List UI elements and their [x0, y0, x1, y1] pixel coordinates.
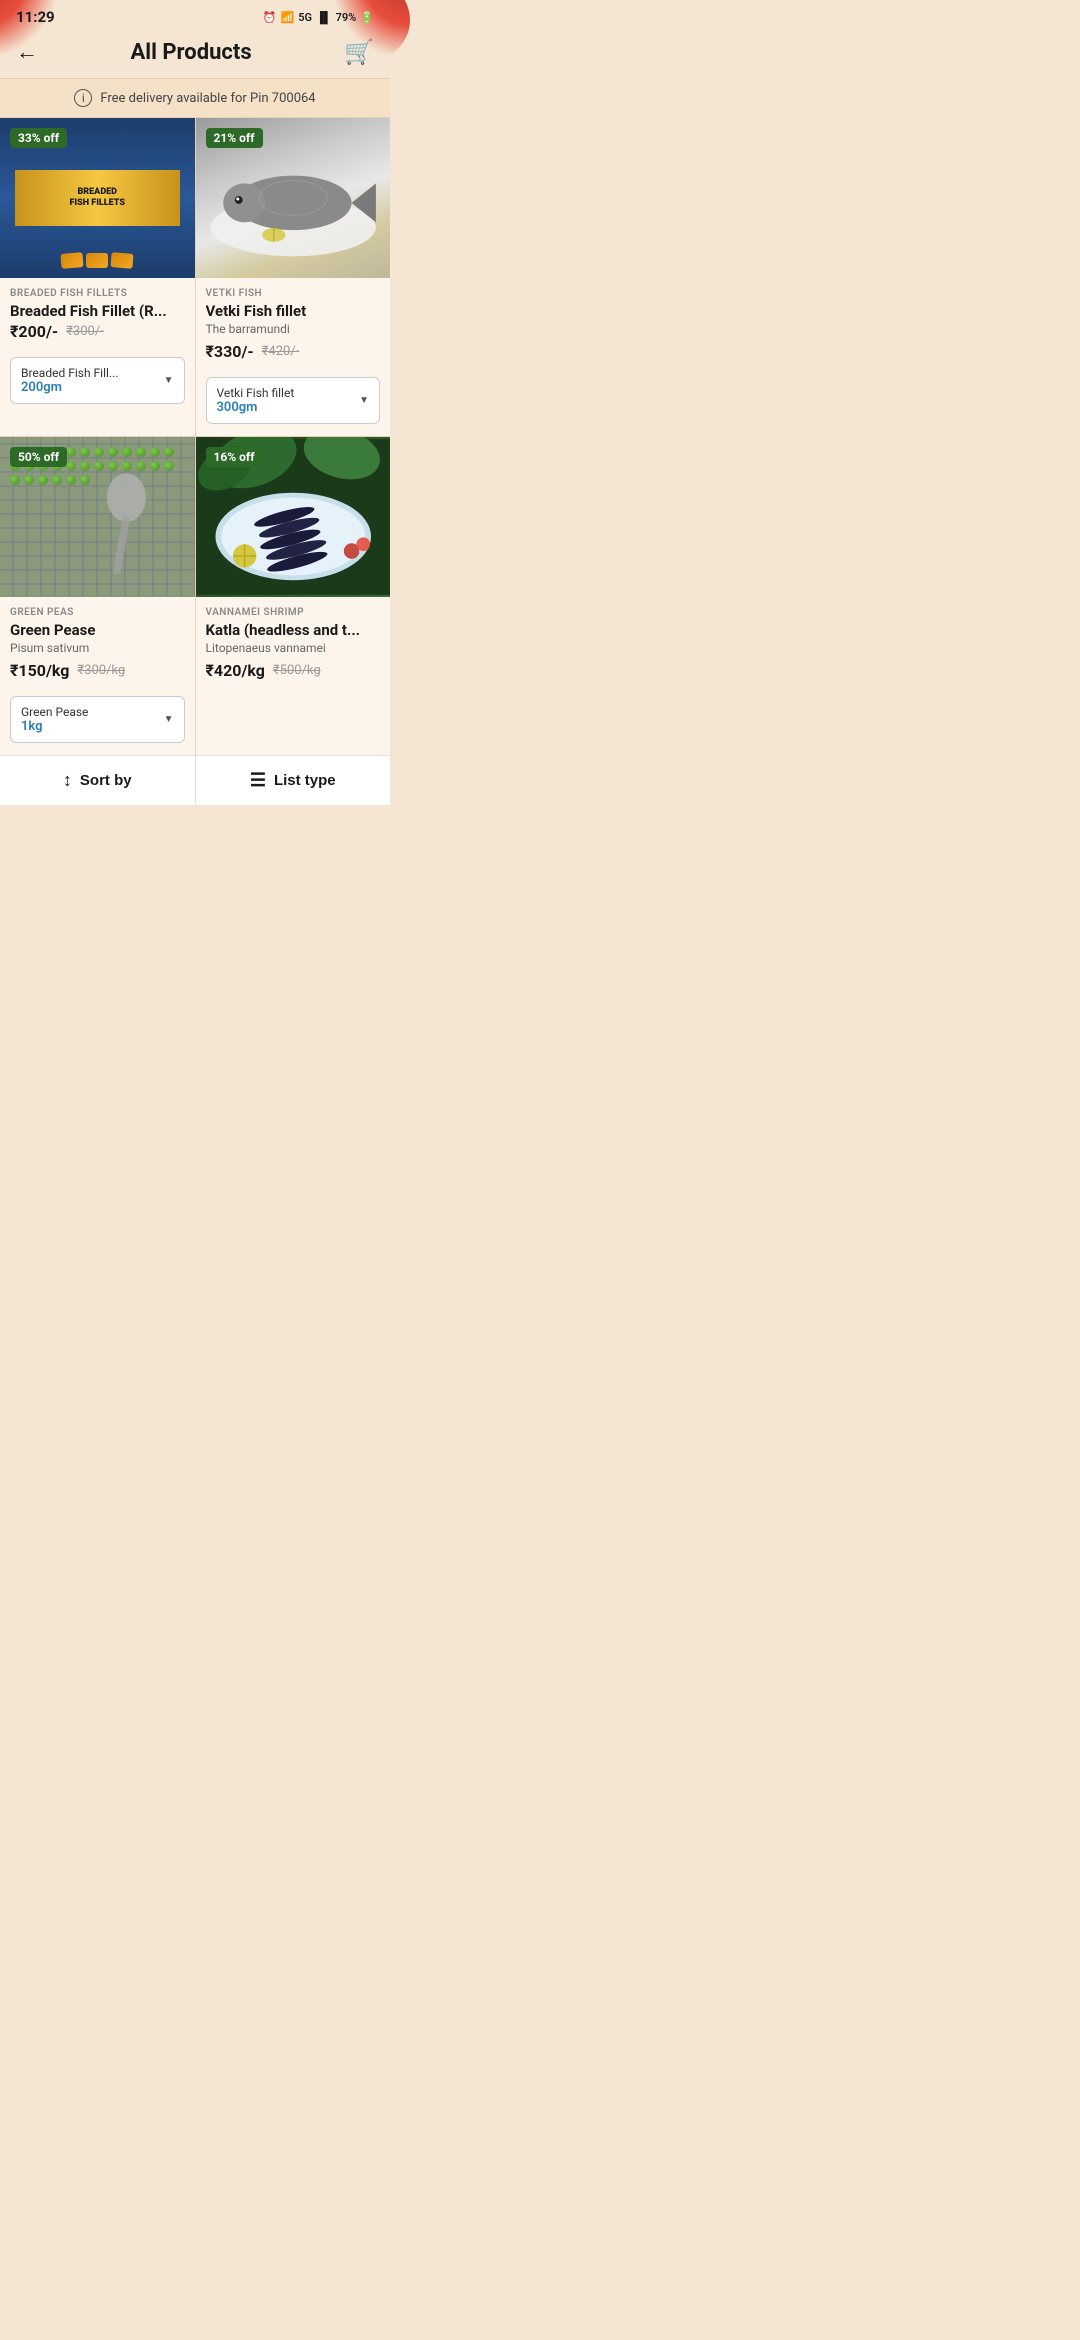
signal-icon: ▐▌ [316, 11, 332, 24]
product-category: VETKI FISH [206, 288, 381, 299]
product-card: 16% off VANNAMEI SHRIMP Katla (headless … [196, 437, 391, 755]
discount-badge: 16% off [206, 447, 263, 467]
product-image-peas: 50% off [0, 437, 195, 597]
list-type-button[interactable]: ☰ List type [196, 756, 391, 805]
price-original: ₹300/kg [77, 663, 125, 678]
variant-weight: 200gm [21, 380, 118, 395]
chevron-down-icon: ▼ [164, 375, 174, 386]
status-icons: ⏰ 📶 5G ▐▌ 79% 🔋 [263, 11, 374, 24]
product-subtitle: Pisum sativum [10, 641, 185, 655]
product-info: VETKI FISH Vetki Fish fillet The barramu… [196, 278, 391, 369]
product-category: VANNAMEI SHRIMP [206, 607, 381, 618]
variant-name: Vetki Fish fillet [217, 386, 295, 400]
product-subtitle: Litopenaeus vannamei [206, 641, 381, 655]
delivery-banner: i Free delivery available for Pin 700064 [0, 78, 390, 118]
price-original: ₹500/kg [273, 663, 321, 678]
discount-badge: 50% off [10, 447, 67, 467]
product-card: BreadedFish Fillets 33% off BREADED FISH… [0, 118, 195, 436]
sort-icon: ↕ [63, 770, 72, 791]
wifi-icon: 📶 [281, 11, 295, 24]
delivery-text: Free delivery available for Pin 700064 [100, 91, 315, 106]
page-title: All Products [48, 40, 334, 65]
sort-label: Sort by [80, 772, 132, 789]
product-subtitle: The barramundi [206, 322, 381, 336]
variant-name: Breaded Fish Fill... [21, 366, 118, 380]
variant-name: Green Pease [21, 705, 88, 719]
price-current: ₹420/kg [206, 661, 265, 680]
price-current: ₹330/- [206, 342, 254, 361]
chevron-down-icon: ▼ [359, 395, 369, 406]
back-button[interactable]: ← [16, 39, 38, 65]
product-info: GREEN PEAS Green Pease Pisum sativum ₹15… [0, 597, 195, 688]
variant-selector[interactable]: Green Pease 1kg ▼ [10, 696, 185, 743]
list-type-icon: ☰ [250, 770, 266, 791]
price-row: ₹420/kg ₹500/kg [206, 661, 381, 680]
product-image-shrimp: 16% off [196, 437, 391, 597]
header: ← All Products 🛒 [0, 30, 390, 78]
alarm-icon: ⏰ [263, 11, 277, 24]
product-info: VANNAMEI SHRIMP Katla (headless and t...… [196, 597, 391, 688]
product-category: GREEN PEAS [10, 607, 185, 618]
variant-selector[interactable]: Vetki Fish fillet 300gm ▼ [206, 377, 381, 424]
battery-level: 79% [336, 11, 357, 24]
price-original: ₹420/- [262, 344, 300, 359]
product-image-vetki: 21% off [196, 118, 391, 278]
price-row: ₹200/- ₹300/- [10, 322, 185, 341]
product-name: Katla (headless and t... [206, 621, 381, 639]
chevron-down-icon: ▼ [164, 714, 174, 725]
variant-selector[interactable]: Breaded Fish Fill... 200gm ▼ [10, 357, 185, 404]
bottom-bar: ↕ Sort by ☰ List type [0, 755, 390, 805]
product-name: Vetki Fish fillet [206, 302, 381, 320]
price-current: ₹150/kg [10, 661, 69, 680]
discount-badge: 33% off [10, 128, 67, 148]
price-original: ₹300/- [66, 324, 104, 339]
product-card: 50% off GREEN PEAS Green Pease Pisum sat… [0, 437, 195, 755]
product-grid: BreadedFish Fillets 33% off BREADED FISH… [0, 118, 390, 755]
product-image-breaded: BreadedFish Fillets 33% off [0, 118, 195, 278]
status-time: 11:29 [16, 8, 55, 26]
price-current: ₹200/- [10, 322, 58, 341]
cart-button[interactable]: 🛒 [344, 38, 374, 66]
status-bar: 11:29 ⏰ 📶 5G ▐▌ 79% 🔋 [0, 0, 390, 30]
product-name: Green Pease [10, 621, 185, 639]
product-category: BREADED FISH FILLETS [10, 288, 185, 299]
battery-icon: 🔋 [360, 11, 374, 24]
sort-by-button[interactable]: ↕ Sort by [0, 756, 196, 805]
list-type-label: List type [274, 772, 336, 789]
product-name: Breaded Fish Fillet (R... [10, 302, 185, 320]
price-row: ₹150/kg ₹300/kg [10, 661, 185, 680]
variant-weight: 1kg [21, 719, 88, 734]
discount-badge: 21% off [206, 128, 263, 148]
product-info: BREADED FISH FILLETS Breaded Fish Fillet… [0, 278, 195, 349]
network-icon: 5G [298, 11, 312, 24]
info-icon: i [74, 89, 92, 107]
variant-weight: 300gm [217, 400, 295, 415]
price-row: ₹330/- ₹420/- [206, 342, 381, 361]
product-card: 21% off VETKI FISH Vetki Fish fillet The… [196, 118, 391, 436]
